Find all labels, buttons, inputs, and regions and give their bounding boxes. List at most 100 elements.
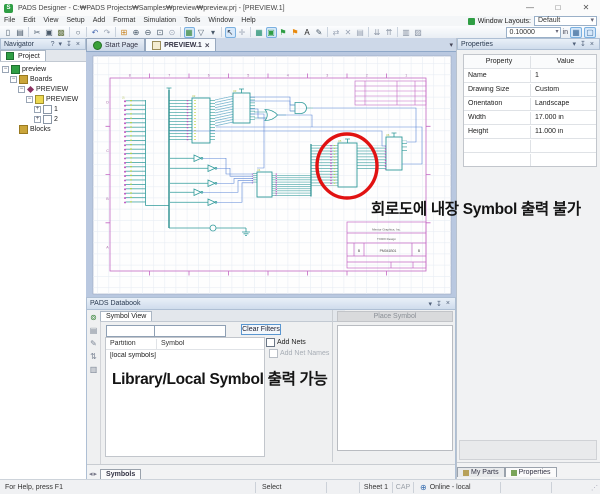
- report-icon[interactable]: ▨: [413, 27, 424, 38]
- redo-icon[interactable]: ↷: [102, 27, 113, 38]
- pin-icon[interactable]: ↧: [64, 40, 74, 48]
- tree-item-1[interactable]: +1: [2, 104, 86, 114]
- snap-grid-toggle[interactable]: ▦: [570, 27, 582, 38]
- scroll-right-icon[interactable]: ▸: [94, 470, 98, 478]
- new-file-icon[interactable]: ▯: [3, 27, 14, 38]
- parts-library-icon[interactable]: ▤: [89, 325, 99, 335]
- property-row[interactable]: Width17.000 in: [464, 111, 596, 125]
- expander-icon[interactable]: −: [26, 96, 33, 103]
- schematic-canvas[interactable]: 87 65 43 21 DC BA Mentor Graphics, Inc. …: [86, 52, 456, 298]
- copy-icon[interactable]: ▣: [44, 27, 55, 38]
- pop-hierarchy-icon[interactable]: ⇈: [384, 27, 395, 38]
- column-symbol[interactable]: Symbol: [157, 340, 264, 347]
- search-icon[interactable]: ○: [73, 27, 84, 38]
- tab-project[interactable]: Project: [0, 50, 46, 61]
- select-arrow-icon[interactable]: ↖: [225, 27, 236, 38]
- zoom-out-icon[interactable]: ⊖: [143, 27, 154, 38]
- tab-properties[interactable]: Properties: [505, 467, 557, 477]
- databook-splitter[interactable]: [332, 310, 333, 462]
- menu-format[interactable]: Format: [109, 16, 139, 26]
- pan-icon[interactable]: ✛: [237, 27, 248, 38]
- menu-edit[interactable]: Edit: [19, 16, 39, 26]
- tab-list-chevron-icon[interactable]: ▾: [449, 41, 453, 49]
- properties-icon[interactable]: ▤: [355, 27, 366, 38]
- menu-add[interactable]: Add: [89, 16, 109, 26]
- tree-item-preview[interactable]: −preview: [2, 64, 86, 74]
- sync-icon[interactable]: ⇅: [89, 351, 99, 361]
- resize-grip[interactable]: ⋰: [591, 484, 600, 492]
- delete-icon[interactable]: ✕: [343, 27, 354, 38]
- scroll-left-icon[interactable]: ◂: [89, 470, 93, 478]
- push-hierarchy-icon[interactable]: ⇊: [372, 27, 383, 38]
- menu-simulation[interactable]: Simulation: [139, 16, 180, 26]
- swap-icon[interactable]: ⇄: [331, 27, 342, 38]
- text-icon[interactable]: A: [302, 27, 313, 38]
- symbol-icon[interactable]: ▣: [266, 27, 277, 38]
- print-icon[interactable]: ▤: [15, 27, 26, 38]
- annotate-icon[interactable]: ✎: [314, 27, 325, 38]
- grid-toggle-icon[interactable]: ▦: [184, 27, 195, 38]
- property-row[interactable]: OrientationLandscape: [464, 97, 596, 111]
- expander-icon[interactable]: −: [18, 86, 25, 93]
- undo-icon[interactable]: ↶: [90, 27, 101, 38]
- minimize-button[interactable]: —: [516, 0, 544, 16]
- menu-help[interactable]: Help: [237, 16, 259, 26]
- binoculars-icon[interactable]: ⊚: [89, 312, 99, 322]
- maximize-button[interactable]: □: [544, 0, 572, 16]
- tree-item-blocks[interactable]: Blocks: [2, 124, 86, 134]
- menu-tools[interactable]: Tools: [180, 16, 204, 26]
- select-filter-icon[interactable]: ▽: [196, 27, 207, 38]
- close-button[interactable]: ✕: [572, 0, 600, 16]
- filter-caret-icon[interactable]: ▾: [208, 27, 219, 38]
- expander-icon[interactable]: −: [2, 66, 9, 73]
- window-layouts-select[interactable]: Default ▾: [534, 16, 597, 26]
- help-icon[interactable]: ?: [49, 41, 57, 48]
- tree-item-preview[interactable]: −PREVIEW: [2, 84, 86, 94]
- zoom-full-icon[interactable]: ⊙: [167, 27, 178, 38]
- expander-icon[interactable]: +: [34, 116, 41, 123]
- close-icon[interactable]: ×: [588, 41, 596, 48]
- sheet-settings-icon[interactable]: ⊞: [119, 27, 130, 38]
- tree-item-boards[interactable]: −Boards: [2, 74, 86, 84]
- expander-icon[interactable]: −: [10, 76, 17, 83]
- window-toggle[interactable]: ▢: [584, 27, 596, 38]
- column-partition[interactable]: Partition: [106, 340, 156, 347]
- tab-symbols[interactable]: Symbols: [100, 469, 141, 479]
- flag-green-icon[interactable]: ⚑: [278, 27, 289, 38]
- menu-view[interactable]: View: [39, 16, 62, 26]
- menu-setup[interactable]: Setup: [62, 16, 88, 26]
- chevron-down-icon[interactable]: ▾: [57, 40, 65, 48]
- table-row-local-symbols[interactable]: [local symbols]: [106, 352, 226, 359]
- expander-icon[interactable]: +: [34, 106, 41, 113]
- tab-preview-1[interactable]: PREVIEW.1 ×: [145, 38, 216, 51]
- add-nets-checkbox[interactable]: [266, 338, 275, 347]
- book-icon[interactable]: ▥: [89, 364, 99, 374]
- tree-item-preview[interactable]: −PREVIEW: [2, 94, 86, 104]
- chevron-down-icon[interactable]: ▾: [427, 300, 435, 308]
- tab-symbol-view[interactable]: Symbol View: [100, 311, 152, 321]
- grid-spacing-combo[interactable]: 0.10000 ▾: [506, 27, 561, 38]
- close-icon[interactable]: ×: [444, 300, 452, 307]
- sheet-view-icon[interactable]: ▥: [401, 27, 412, 38]
- pin-icon[interactable]: ↧: [578, 40, 588, 48]
- paste-icon[interactable]: ▩: [56, 27, 67, 38]
- flag-orange-icon[interactable]: ⚑: [290, 27, 301, 38]
- zoom-area-icon[interactable]: ⊡: [155, 27, 166, 38]
- close-icon[interactable]: ×: [74, 41, 82, 48]
- tab-my-parts[interactable]: My Parts: [457, 467, 505, 477]
- menu-window[interactable]: Window: [204, 16, 237, 26]
- clear-filters-button[interactable]: Clear Filters: [241, 324, 281, 335]
- property-row[interactable]: Name1: [464, 69, 596, 83]
- partition-filter-input[interactable]: [106, 325, 156, 337]
- zoom-in-icon[interactable]: ⊕: [131, 27, 142, 38]
- tree-item-2[interactable]: +2: [2, 114, 86, 124]
- add-nets-option[interactable]: Add Nets: [266, 338, 306, 347]
- cut-icon[interactable]: ✂: [32, 27, 43, 38]
- symbol-filter-input[interactable]: [154, 325, 226, 337]
- tab-start-page[interactable]: Start Page: [86, 38, 145, 51]
- edit-icon[interactable]: ✎: [89, 338, 99, 348]
- property-row[interactable]: Drawing SizeCustom: [464, 83, 596, 97]
- chevron-down-icon[interactable]: ▾: [571, 40, 579, 48]
- close-tab-icon[interactable]: ×: [205, 41, 210, 50]
- menu-file[interactable]: File: [0, 16, 19, 26]
